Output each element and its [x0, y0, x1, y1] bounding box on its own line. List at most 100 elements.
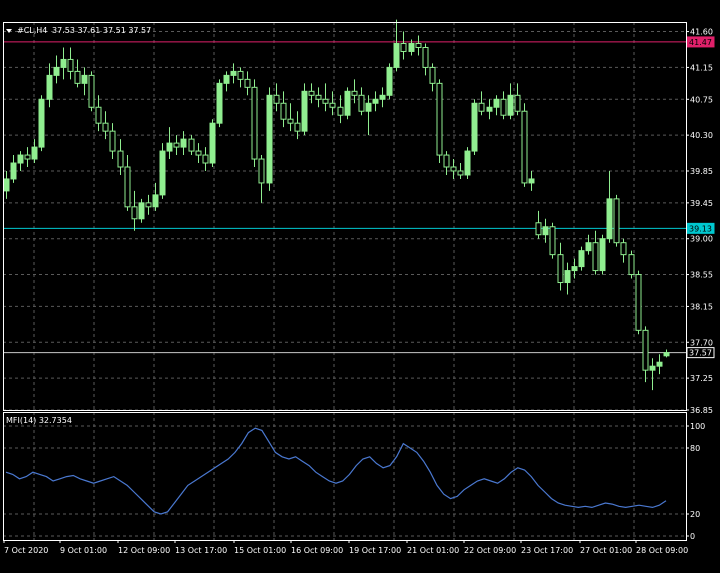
candle — [535, 210, 542, 239]
candle-body — [415, 43, 422, 48]
candle-body — [372, 98, 379, 104]
price-tick-label: 37.25 — [690, 374, 713, 383]
candle-body — [649, 365, 656, 371]
mfi-tick-label: 100 — [690, 422, 705, 431]
candle — [173, 135, 180, 156]
candle-body — [173, 142, 180, 148]
candle-body — [408, 43, 415, 52]
candle — [372, 91, 379, 112]
candle-body — [507, 94, 514, 116]
candle — [159, 143, 166, 199]
mfi-tick-label: 80 — [690, 444, 700, 453]
mfi-line — [5, 427, 667, 515]
candle-body — [535, 222, 542, 236]
candle — [266, 87, 273, 191]
candle — [17, 151, 24, 171]
candle-body — [486, 106, 493, 112]
candle — [138, 198, 145, 223]
candle — [358, 87, 365, 116]
candle-body — [202, 154, 209, 164]
candle-body — [656, 361, 663, 367]
price-tick-label: 41.60 — [690, 28, 713, 37]
chart-header: #CL,H4 37.53 37.61 37.51 37.57 — [6, 26, 151, 35]
candle — [244, 71, 251, 96]
candle — [599, 234, 606, 275]
candle-body — [258, 158, 265, 184]
candle-body — [145, 202, 152, 208]
candle — [195, 143, 202, 164]
candle — [436, 79, 443, 164]
candle-body — [322, 98, 329, 104]
price-tick-label: 40.30 — [690, 131, 713, 140]
candle — [188, 135, 195, 156]
candle-body — [422, 46, 429, 68]
candle-body — [230, 70, 237, 76]
candle — [81, 67, 88, 96]
candle — [344, 87, 351, 120]
time-tick-label: 27 Oct 01:00 — [580, 546, 632, 555]
candle — [457, 163, 464, 179]
price-tick-label: 41.15 — [690, 63, 713, 72]
candle — [620, 238, 627, 263]
candle-body — [478, 102, 485, 112]
time-tick-label: 13 Oct 17:00 — [175, 546, 227, 555]
candle-body — [628, 254, 635, 276]
candle-body — [195, 150, 202, 156]
candle — [53, 55, 60, 84]
candle-body — [493, 98, 500, 108]
candle — [287, 103, 294, 132]
candle — [131, 190, 138, 231]
candle-body — [287, 118, 294, 124]
candle-body — [109, 130, 116, 152]
candle — [223, 71, 230, 92]
candle-body — [273, 94, 280, 104]
candle — [393, 19, 400, 72]
price-tick-label: 39.00 — [690, 235, 713, 244]
price-candles — [3, 19, 670, 391]
candle-body — [436, 82, 443, 156]
candle-body — [53, 66, 60, 76]
candle-body — [88, 74, 95, 108]
candle-body — [315, 94, 322, 100]
candle — [308, 83, 315, 104]
price-tick-label: 39.85 — [690, 167, 713, 176]
candle — [507, 83, 514, 120]
candle — [400, 31, 407, 60]
candle — [31, 139, 38, 164]
candle-body — [24, 154, 31, 160]
candle — [592, 230, 599, 275]
candle-body — [131, 206, 138, 220]
candle-body — [379, 94, 386, 100]
candle — [613, 194, 620, 247]
candle — [450, 159, 457, 179]
candle-body — [457, 170, 464, 176]
candle — [237, 67, 244, 88]
candle-body — [599, 238, 606, 272]
candle — [117, 139, 124, 175]
candle-body — [237, 70, 244, 80]
time-tick-label: 22 Oct 09:00 — [464, 546, 516, 555]
candle — [251, 79, 258, 168]
candle-body — [592, 242, 599, 272]
candle-body — [244, 78, 251, 88]
candle-body — [351, 90, 358, 96]
candle-body — [159, 150, 166, 196]
candle — [258, 155, 265, 203]
candle-body — [514, 94, 521, 112]
chart-area: 41.60 41.15 40.75 40.30 39.85 39.45 39.00 38.55… — [3, 19, 715, 555]
candle-body — [17, 154, 24, 164]
candle-body — [60, 58, 67, 68]
candle — [337, 95, 344, 124]
candle-body — [542, 226, 549, 236]
candle — [46, 63, 53, 108]
candle-body — [471, 102, 478, 152]
candle-body — [124, 166, 131, 208]
candle-body — [301, 90, 308, 132]
candle — [88, 71, 95, 112]
candle — [386, 63, 393, 100]
level-tag: 39.13 — [686, 222, 715, 234]
candle — [649, 358, 656, 391]
candle-body — [365, 102, 372, 112]
dropdown-triangle-icon[interactable] — [6, 29, 12, 33]
candle-body — [585, 242, 592, 252]
